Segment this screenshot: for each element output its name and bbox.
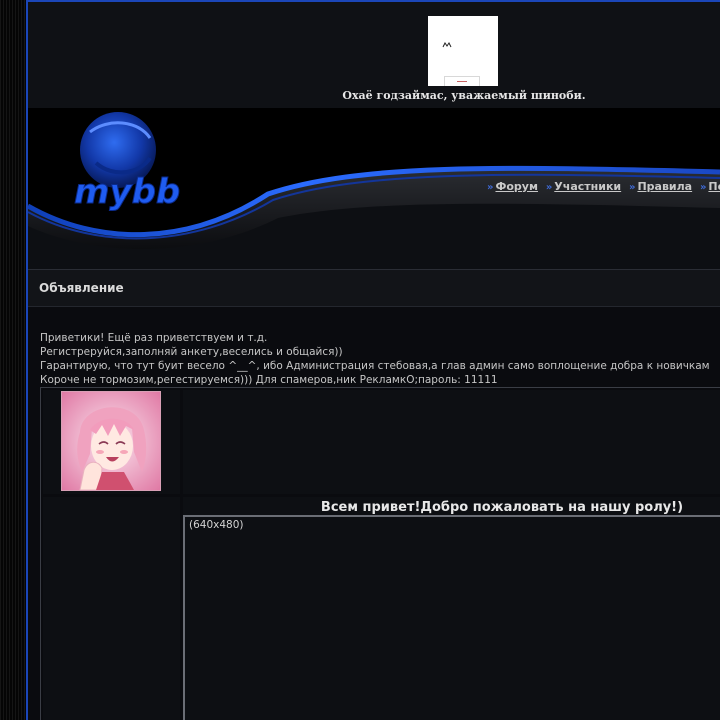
announcement-line: Регистреруйся,заполняй анкету,веселись и… xyxy=(40,346,343,358)
announcement-line: Короче не тормозим,регестируемся))) Для … xyxy=(40,374,498,386)
nav-separator-icon: » xyxy=(545,182,553,193)
mybb-logo-text: mybb xyxy=(74,172,180,212)
media-embed[interactable]: (640x480) xyxy=(183,515,720,720)
announcement-header: Объявление xyxy=(28,270,720,307)
announcement-text: Приветики! Ещё раз приветствуем и т.д. Р… xyxy=(40,331,710,387)
top-banner: Охаё годзаймас, уважаемый шиноби. xyxy=(28,2,720,108)
main-nav: »Форум »Участники »Правила »По xyxy=(483,180,720,193)
nav-rules[interactable]: Правила xyxy=(637,180,692,193)
nav-forum[interactable]: Форум xyxy=(495,180,538,193)
avatar-image xyxy=(61,391,161,491)
media-size-label: (640x480) xyxy=(189,519,244,531)
announcement-line: Гарантирую, что тут буит весело ^__^, иб… xyxy=(40,360,710,372)
nav-separator-icon: » xyxy=(628,182,636,193)
banner-logo-icon xyxy=(442,42,452,48)
banner-ad[interactable] xyxy=(428,16,498,86)
forum-header: mybb »Форум »Участники »Правила »По xyxy=(28,108,720,269)
top-right-cell xyxy=(183,390,720,494)
bottom-left-cell xyxy=(43,497,180,720)
nav-separator-icon: » xyxy=(487,182,494,193)
anime-girl-icon xyxy=(62,392,160,490)
left-decor-strip xyxy=(0,0,26,720)
nav-members[interactable]: Участники xyxy=(554,180,621,193)
welcome-text: Охаё годзаймас, уважаемый шиноби. xyxy=(342,89,586,102)
announcement-title: Объявление xyxy=(39,281,124,295)
announcement-line: Приветики! Ещё раз приветствуем и т.д. xyxy=(40,332,268,344)
greeting-text: Всем привет!Добро пожаловать на нашу рол… xyxy=(320,500,684,515)
page: Охаё годзаймас, уважаемый шиноби. mybb »… xyxy=(0,0,720,720)
nav-more[interactable]: По xyxy=(708,180,720,193)
nav-separator-icon: » xyxy=(699,182,707,193)
banner-mini-frame xyxy=(444,76,480,86)
